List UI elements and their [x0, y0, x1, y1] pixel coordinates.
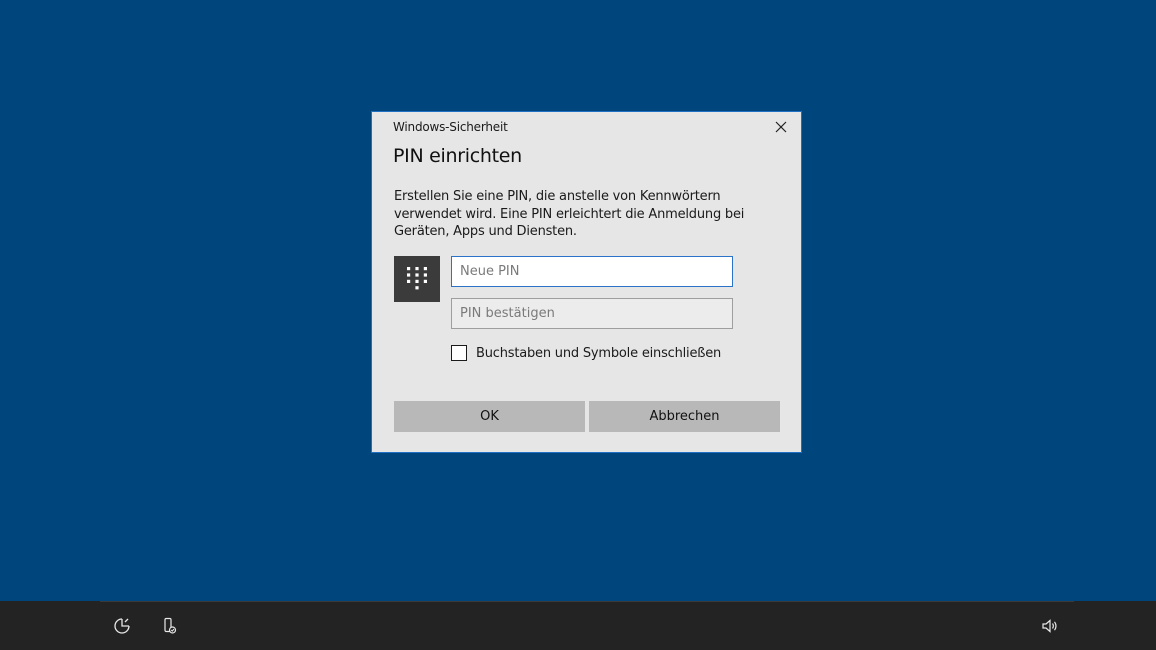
new-pin-input[interactable]: [451, 256, 733, 287]
dialog-title: PIN einrichten: [393, 145, 522, 167]
dialog-caption: Windows-Sicherheit: [393, 120, 508, 134]
close-icon: [775, 121, 787, 133]
ease-of-access-button[interactable]: [111, 615, 133, 637]
include-letters-checkbox[interactable]: [451, 345, 467, 361]
include-letters-label: Buchstaben und Symbole einschließen: [476, 345, 722, 361]
ease-of-access-icon: [114, 618, 130, 634]
include-letters-option[interactable]: Buchstaben und Symbole einschließen: [451, 345, 721, 361]
dialog-description: Erstellen Sie eine PIN, die anstelle von…: [394, 189, 745, 239]
cancel-button[interactable]: Abbrechen: [589, 401, 780, 432]
ok-button[interactable]: OK: [394, 401, 585, 432]
volume-icon: [1042, 619, 1057, 633]
narrator-icon: [164, 617, 177, 634]
volume-button[interactable]: [1039, 615, 1061, 637]
keypad-icon: [407, 267, 427, 290]
confirm-pin-input[interactable]: [451, 298, 733, 329]
narrator-button[interactable]: [158, 615, 180, 637]
pin-setup-dialog: Windows-Sicherheit PIN einrichten Erstel…: [371, 111, 802, 453]
lock-screen-taskbar: [0, 601, 1156, 650]
pin-keypad-tile: [394, 256, 440, 302]
close-button[interactable]: [769, 117, 793, 137]
